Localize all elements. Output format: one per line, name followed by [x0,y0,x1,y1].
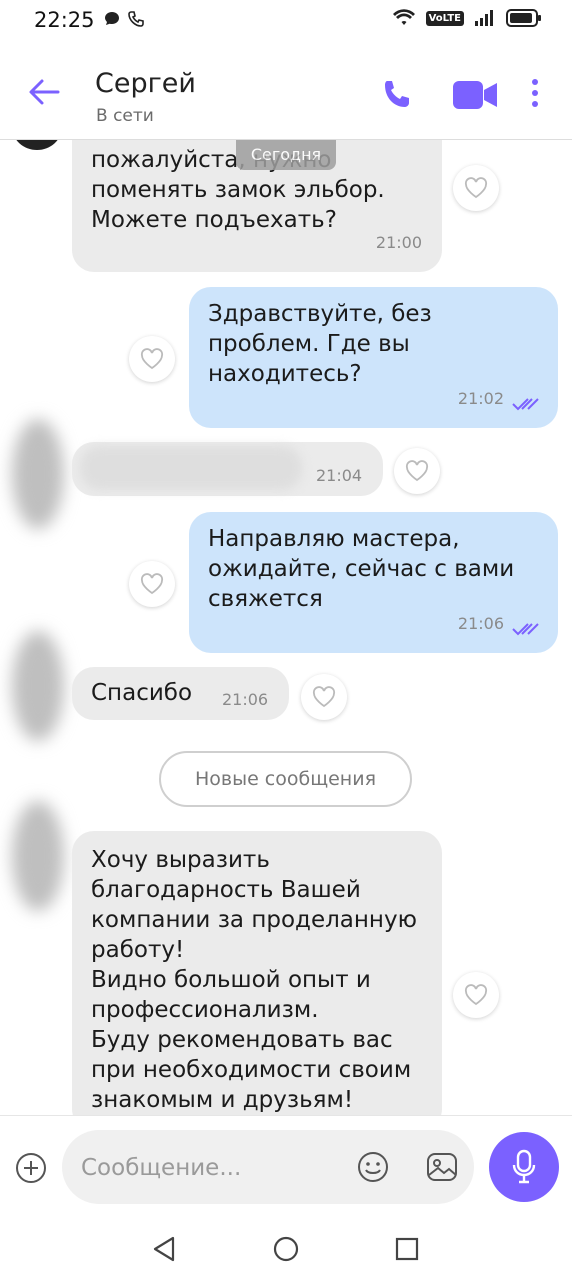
message-list[interactable]: пожалуйста, нужно поменять замок эльбор.… [0,139,572,1115]
mic-icon [512,1149,536,1184]
message-text [80,446,302,490]
message-time: 21:06 [222,690,269,709]
back-arrow-icon[interactable] [28,78,60,106]
signal-icon [475,10,493,26]
avatar [12,419,64,529]
message-bubble-incoming[interactable]: Спасибо 21:06 [72,667,289,720]
contact-name[interactable]: Сергей [95,68,196,99]
volte-badge: VoLTE [425,10,464,26]
chat-header: Сергей В сети [0,44,572,140]
video-icon[interactable] [452,80,498,110]
message-input[interactable] [79,1148,343,1188]
phone-icon[interactable] [380,78,414,112]
emoji-icon[interactable] [356,1150,390,1184]
presence-status: В сети [96,106,154,126]
message-composer [0,1115,572,1216]
nav-back-icon[interactable] [151,1235,177,1263]
heart-icon[interactable] [129,561,175,607]
message-time: 21:02 [457,389,504,408]
heart-icon[interactable] [394,448,440,494]
message-text: Хочу выразить благодарность Вашей компан… [91,847,417,1113]
status-time: 22:25 [34,8,95,32]
message-time: 21:00 [375,233,422,252]
call-notification-icon [128,11,144,27]
date-chip: Сегодня [236,139,336,170]
message-text: Спасибо [91,680,193,706]
chat-notification-icon [105,12,119,25]
new-messages-divider: Новые сообщения [159,751,412,807]
system-nav-bar [0,1215,572,1280]
message-time: 21:04 [316,466,363,485]
avatar [12,801,64,911]
heart-icon[interactable] [453,165,499,211]
message-bubble-outgoing[interactable]: Здравствуйте, без проблем. Где вы находи… [189,287,558,428]
mic-button[interactable] [489,1132,559,1202]
message-input-container[interactable] [62,1130,474,1204]
avatar [12,631,64,741]
status-bar: 22:25 VoLTE [0,0,572,44]
nav-recent-icon[interactable] [394,1235,420,1263]
message-text: Направляю мастера, ожидайте, сейчас с ва… [208,526,515,612]
heart-icon[interactable] [129,336,175,382]
message-bubble-incoming[interactable]: 21:04 [72,442,383,496]
battery-icon [506,9,541,27]
gallery-icon[interactable] [425,1150,459,1184]
plus-icon[interactable] [15,1152,47,1184]
nav-home-icon[interactable] [272,1235,300,1263]
more-icon[interactable] [530,78,540,108]
message-bubble-incoming[interactable]: Хочу выразить благодарность Вашей компан… [72,831,442,1115]
message-text: Здравствуйте, без проблем. Где вы находи… [208,301,432,387]
avatar [12,139,62,150]
wifi-icon [392,9,415,25]
read-ticks-icon [512,623,539,636]
message-time: 21:06 [457,614,504,633]
read-ticks-icon [512,398,539,411]
heart-icon[interactable] [301,674,347,720]
message-bubble-outgoing[interactable]: Направляю мастера, ожидайте, сейчас с ва… [189,512,558,653]
heart-icon[interactable] [453,972,499,1018]
